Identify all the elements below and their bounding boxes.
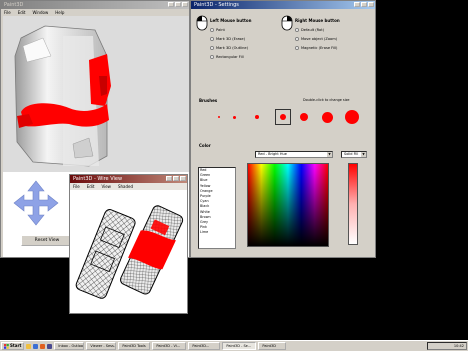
taskbar-item-6[interactable]: Paint3D [258, 342, 287, 350]
radio-button[interactable] [210, 46, 214, 50]
wire-titlebar[interactable]: Paint3D - Wire View [70, 175, 187, 183]
close-button[interactable] [180, 176, 186, 181]
right-mouse-icon [281, 15, 293, 31]
brush-size-6[interactable] [321, 111, 333, 123]
brush-size-7[interactable] [345, 110, 359, 124]
paint-titlebar[interactable]: Paint3D - Settings [191, 1, 375, 9]
left-mouse-icon [196, 15, 208, 31]
taskbar-item-0[interactable]: Inbox - Outlook [54, 342, 85, 350]
taskbar-item-2[interactable]: Paint3D Tools [118, 342, 151, 350]
menu-shaded[interactable]: Shaded [118, 183, 133, 190]
left-mouse-title: Left Mouse button [210, 18, 252, 23]
radio-button[interactable] [295, 37, 299, 41]
chevron-down-icon[interactable]: ▼ [327, 152, 332, 157]
maximize-button[interactable] [175, 2, 181, 7]
brush-size-1[interactable] [218, 116, 220, 118]
color-list-item[interactable]: Lime [199, 230, 235, 235]
minimize-button[interactable] [166, 176, 172, 181]
desktop-quicklaunch-icon[interactable] [47, 343, 53, 349]
left-option-mark-erase[interactable]: Mark 3D (Erase) [210, 37, 245, 41]
radio-button[interactable] [295, 28, 299, 32]
brushes-label: Brushes [199, 98, 218, 103]
color-spectrum-picker[interactable] [247, 163, 329, 247]
brush-size-4[interactable] [280, 114, 286, 120]
reset-view-button[interactable]: Reset View [21, 235, 73, 246]
right-option-move[interactable]: Move object (Zoom) [295, 37, 337, 41]
maximize-button[interactable] [361, 2, 367, 7]
chevron-down-icon[interactable]: ▼ [361, 152, 366, 157]
app-quicklaunch-icon[interactable] [40, 343, 46, 349]
right-mouse-title: Right Mouse button [295, 18, 340, 23]
start-button[interactable]: Start [1, 342, 25, 350]
system-tray: 10:42 [427, 342, 467, 350]
maximize-button[interactable] [173, 176, 179, 181]
taskbar-item-3[interactable]: Paint3D - Vi... [152, 342, 187, 350]
wire-view-window: Paint3D - Wire View File Edit View Shade… [69, 174, 188, 314]
left-option-rect-fill[interactable]: Rectangular Fill [210, 55, 244, 59]
four-way-arrow-icon[interactable] [13, 180, 59, 226]
taskbar-item-5[interactable]: Paint3D - Se... [222, 342, 257, 350]
viewer-title: Paint3D [4, 2, 24, 8]
windows-logo-icon [4, 343, 9, 349]
paint-settings-window: Paint3D - Settings Left Mouse button Pai… [190, 0, 376, 258]
radio-button[interactable] [210, 28, 214, 32]
clock: 10:42 [453, 344, 464, 348]
left-option-paint[interactable]: Paint [210, 28, 225, 32]
mode-dropdown[interactable]: Solid Fill ▼ [341, 151, 367, 158]
left-option-mark-outline[interactable]: Mark 3D (Outline) [210, 46, 248, 50]
minimize-button[interactable] [354, 2, 360, 7]
brush-size-5[interactable] [300, 113, 308, 121]
browser-quicklaunch-icon[interactable] [33, 343, 39, 349]
menu-file[interactable]: File [73, 183, 80, 190]
wireframe-model[interactable] [72, 191, 185, 311]
minimize-button[interactable] [168, 2, 174, 7]
close-button[interactable] [182, 2, 188, 7]
brushes-hint: Double-click to change size [303, 98, 350, 102]
viewer-titlebar[interactable]: Paint3D [1, 1, 189, 9]
menu-file[interactable]: File [4, 9, 11, 16]
menu-window[interactable]: Window [32, 9, 48, 16]
viewer-menubar: File Edit Window Help [1, 9, 189, 16]
paint-title: Paint3D - Settings [194, 2, 239, 8]
color-label: Color [199, 143, 211, 148]
taskbar-item-1[interactable]: Viewer - Sess... [86, 342, 117, 350]
menu-help[interactable]: Help [55, 9, 64, 16]
brush-size-3[interactable] [254, 114, 260, 120]
radio-button[interactable] [210, 37, 214, 41]
3d-viewport[interactable] [3, 16, 189, 172]
wire-menubar: File Edit View Shaded [70, 183, 187, 190]
3d-model[interactable] [3, 16, 189, 172]
taskbar: Start Inbox - Outlook Viewer - Sess... P… [0, 340, 468, 351]
radio-button[interactable] [210, 55, 214, 59]
close-button[interactable] [368, 2, 374, 7]
menu-view[interactable]: View [101, 183, 111, 190]
right-option-magnetic[interactable]: Magnetic (Erase Fill) [295, 46, 337, 50]
taskbar-item-4[interactable]: Paint3D... [188, 342, 221, 350]
brush-size-2[interactable] [232, 115, 236, 119]
right-option-default[interactable]: Default (Rot) [295, 28, 324, 32]
explorer-quicklaunch-icon[interactable] [26, 343, 32, 349]
palette-dropdown[interactable]: Red - Bright Hue ▼ [255, 151, 333, 158]
menu-edit[interactable]: Edit [18, 9, 26, 16]
shade-slider[interactable] [348, 163, 358, 245]
radio-button[interactable] [295, 46, 299, 50]
menu-edit[interactable]: Edit [87, 183, 95, 190]
color-name-list[interactable]: Red Green Blue Yellow Orange Purple Cyan Black W… [198, 167, 236, 249]
wire-title: Paint3D - Wire View [73, 176, 123, 182]
